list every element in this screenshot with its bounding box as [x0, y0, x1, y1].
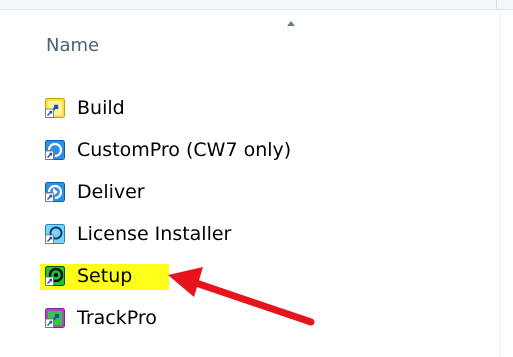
- file-item-deliver[interactable]: Deliver: [40, 171, 291, 213]
- build-shortcut-icon: [45, 98, 65, 118]
- file-name-label: TrackPro: [77, 307, 157, 329]
- file-name-label: Build: [77, 97, 125, 119]
- file-name-label: Setup: [77, 265, 133, 287]
- file-name-label: CustomPro (CW7 only): [77, 139, 292, 161]
- pane-edge: [500, 10, 501, 357]
- file-list: Build CustomPro (CW7 only) Deliver Licen…: [40, 87, 291, 339]
- file-item-trackpro[interactable]: TrackPro: [40, 297, 291, 339]
- file-item-license-installer[interactable]: License Installer: [40, 213, 291, 255]
- sort-ascending-icon: [287, 21, 295, 26]
- file-item-setup[interactable]: Setup: [40, 255, 291, 297]
- file-item-custompro[interactable]: CustomPro (CW7 only): [40, 129, 291, 171]
- column-divider[interactable]: [496, 0, 497, 9]
- license-installer-shortcut-icon: [45, 224, 65, 244]
- trackpro-shortcut-icon: [45, 308, 65, 328]
- setup-shortcut-icon: [45, 266, 65, 286]
- name-column-header[interactable]: Name: [46, 34, 99, 58]
- file-name-label: License Installer: [77, 223, 232, 245]
- deliver-shortcut-icon: [45, 182, 65, 202]
- column-header-bar: [0, 0, 513, 10]
- file-name-label: Deliver: [77, 181, 145, 203]
- custompro-shortcut-icon: [45, 140, 65, 160]
- file-item-build[interactable]: Build: [40, 87, 291, 129]
